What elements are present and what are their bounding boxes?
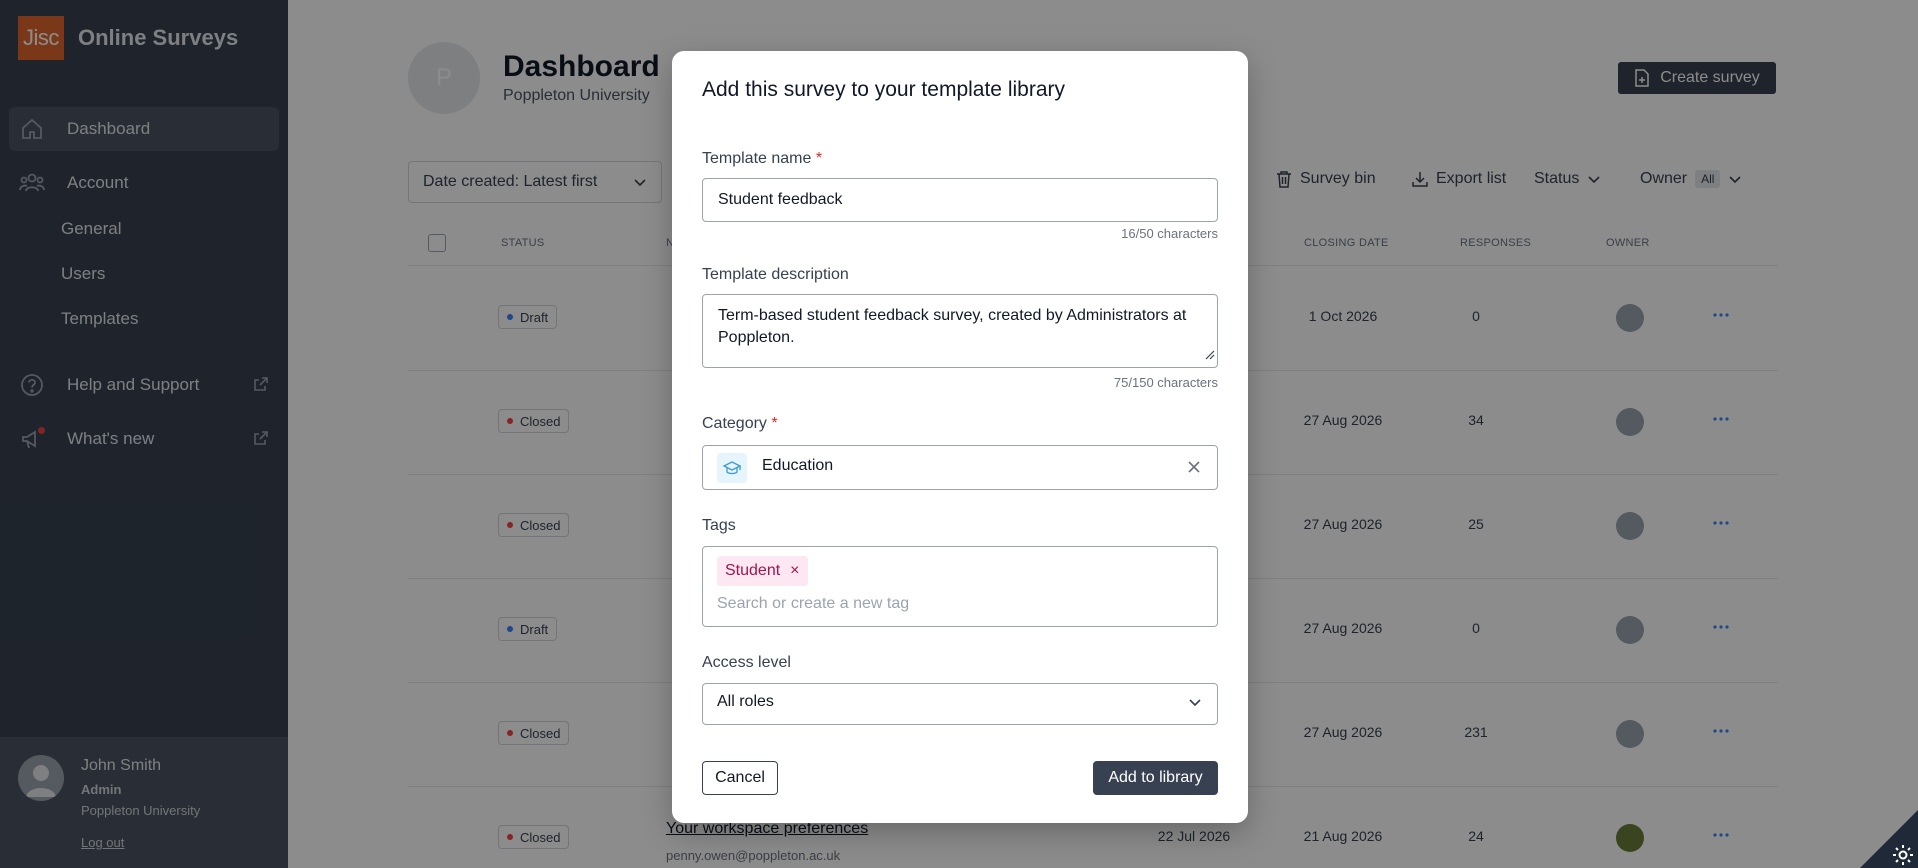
category-value: Education xyxy=(762,457,834,474)
template-description-textarea[interactable]: Term-based student feedback survey, crea… xyxy=(702,294,1218,368)
tag-chip-label: Student xyxy=(725,562,781,579)
template-name-input[interactable]: Student feedback xyxy=(702,178,1218,222)
resize-handle-icon[interactable] xyxy=(1205,347,1215,365)
template-name-label: Template name * xyxy=(702,150,823,167)
tags-search-placeholder[interactable]: Search or create a new tag xyxy=(717,595,909,613)
template-name-value: Student feedback xyxy=(718,191,843,208)
category-label: Category * xyxy=(702,415,778,432)
chevron-down-icon xyxy=(1187,694,1203,710)
template-name-counter: 16/50 characters xyxy=(1121,226,1218,241)
tags-label: Tags xyxy=(702,517,736,534)
template-description-label: Template description xyxy=(702,266,849,283)
category-select[interactable]: Education xyxy=(702,445,1218,490)
template-description-value: Term-based student feedback survey, crea… xyxy=(718,307,1187,346)
cancel-button[interactable]: Cancel xyxy=(702,761,778,795)
graduation-cap-icon xyxy=(717,453,747,483)
access-level-select[interactable]: All roles xyxy=(702,683,1218,725)
tag-chip-student: Student × xyxy=(717,556,808,586)
dialog-title: Add this survey to your template library xyxy=(702,78,1065,101)
remove-tag-icon[interactable]: × xyxy=(790,562,799,580)
template-description-counter: 75/150 characters xyxy=(1113,375,1218,390)
access-level-value: All roles xyxy=(717,693,774,710)
tags-input[interactable]: Student × Search or create a new tag xyxy=(702,546,1218,627)
gear-icon[interactable] xyxy=(1892,844,1914,866)
add-template-dialog: Add this survey to your template library… xyxy=(672,51,1248,823)
clear-icon[interactable] xyxy=(1185,458,1203,476)
add-to-library-button[interactable]: Add to library xyxy=(1093,761,1218,795)
access-level-label: Access level xyxy=(702,654,791,671)
